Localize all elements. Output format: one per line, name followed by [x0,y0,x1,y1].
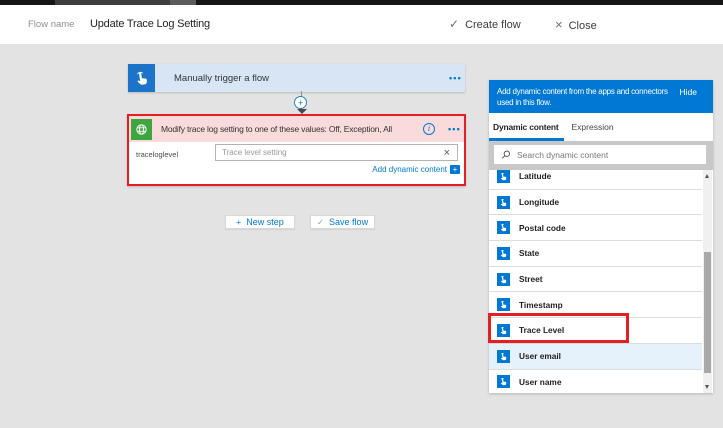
dynamic-field-icon [497,195,510,209]
trigger-card-title: Manually trigger a flow [174,72,270,84]
list-item-label: User name [519,376,562,387]
check-icon: ✓ [449,17,460,31]
dynamic-field-icon [497,221,510,235]
list-item-label: Longitude [519,197,560,208]
list-scrollbar[interactable] [703,170,712,393]
dynamic-field-icon [497,375,510,389]
action-card-modify-trace-log[interactable]: Modify trace log setting to one of these… [127,114,466,186]
search-icon [501,150,510,159]
action-card-body: traceloglevel Trace level setting × Add … [129,142,464,174]
trigger-card[interactable]: Manually trigger a flow ••• [128,64,465,92]
dynamic-field-icon [497,170,510,183]
trace-level-input[interactable]: Trace level setting × [215,144,458,161]
tab-dynamic-content[interactable]: Dynamic content [489,113,564,141]
flow-name-label: Flow name [28,19,75,30]
dynamic-content-list: Latitude Longitude Postal code State Str… [489,170,713,393]
hide-panel-button[interactable]: Hide [680,87,697,98]
list-item-label: Timestamp [519,299,563,310]
flow-designer-canvas: Manually trigger a flow ••• + Modify tra… [0,44,723,428]
action-card-header[interactable]: Modify trace log setting to one of these… [129,116,464,142]
list-item[interactable]: Street [489,267,702,293]
list-item[interactable]: State [489,241,702,267]
search-dynamic-content-input[interactable]: Search dynamic content [494,145,706,164]
list-item-label: State [519,248,540,259]
input-placeholder: Trace level setting [222,148,287,157]
dynamic-field-icon [497,298,510,312]
list-item-label: Latitude [519,171,552,182]
connector-globe-icon [131,118,152,140]
list-item[interactable]: Longitude [489,190,702,216]
flow-title[interactable]: Update Trace Log Setting [90,5,210,44]
new-step-button[interactable]: + New step [225,215,295,229]
dynamic-content-panel-header: Add dynamic content from the apps and co… [489,80,713,113]
scrollbar-thumb[interactable] [704,252,711,373]
action-card-menu-icon[interactable]: ••• [448,124,464,134]
list-item-label: Postal code [519,222,566,233]
dynamic-content-panel: Add dynamic content from the apps and co… [489,80,713,393]
plus-icon: + [236,217,242,227]
manual-trigger-icon [128,64,155,92]
list-item[interactable]: User email [489,343,702,370]
scroll-down-icon[interactable] [705,385,709,389]
tab-expression[interactable]: Expression [568,113,618,141]
field-label-traceloglevel: traceloglevel [136,150,179,159]
add-dynamic-content-link[interactable]: Add dynamic content [372,165,447,174]
list-item[interactable]: User name [489,370,702,394]
list-item-label: Street [519,274,543,285]
list-item[interactable]: Postal code [489,215,702,242]
panel-tabs: Dynamic content Expression [489,113,713,141]
add-dynamic-content-plus-icon[interactable]: + [450,165,460,174]
dynamic-field-icon [497,272,510,286]
list-item[interactable]: Latitude [489,170,702,190]
check-icon: ✓ [316,216,325,227]
list-item-label: User email [519,351,561,362]
scroll-up-icon[interactable] [705,174,709,178]
save-flow-button[interactable]: ✓ Save flow [310,215,375,229]
close-icon: × [555,17,563,32]
clear-input-icon[interactable]: × [444,147,457,159]
action-card-title: Modify trace log setting to one of these… [161,124,392,134]
info-icon[interactable]: i [422,123,435,135]
dynamic-field-icon [497,246,510,260]
search-strip: Search dynamic content [489,141,713,170]
flow-editor-header: Flow name Update Trace Log Setting ✓ Crea… [0,5,723,44]
panel-header-text: used in this flow. [497,98,552,107]
trigger-card-menu-icon[interactable]: ••• [449,73,465,83]
dynamic-field-icon [497,349,510,363]
create-flow-button[interactable]: ✓ Create flow [449,5,521,44]
close-button[interactable]: × Close [555,5,597,44]
trace-level-annotation-box [488,313,629,343]
search-placeholder: Search dynamic content [517,149,609,160]
